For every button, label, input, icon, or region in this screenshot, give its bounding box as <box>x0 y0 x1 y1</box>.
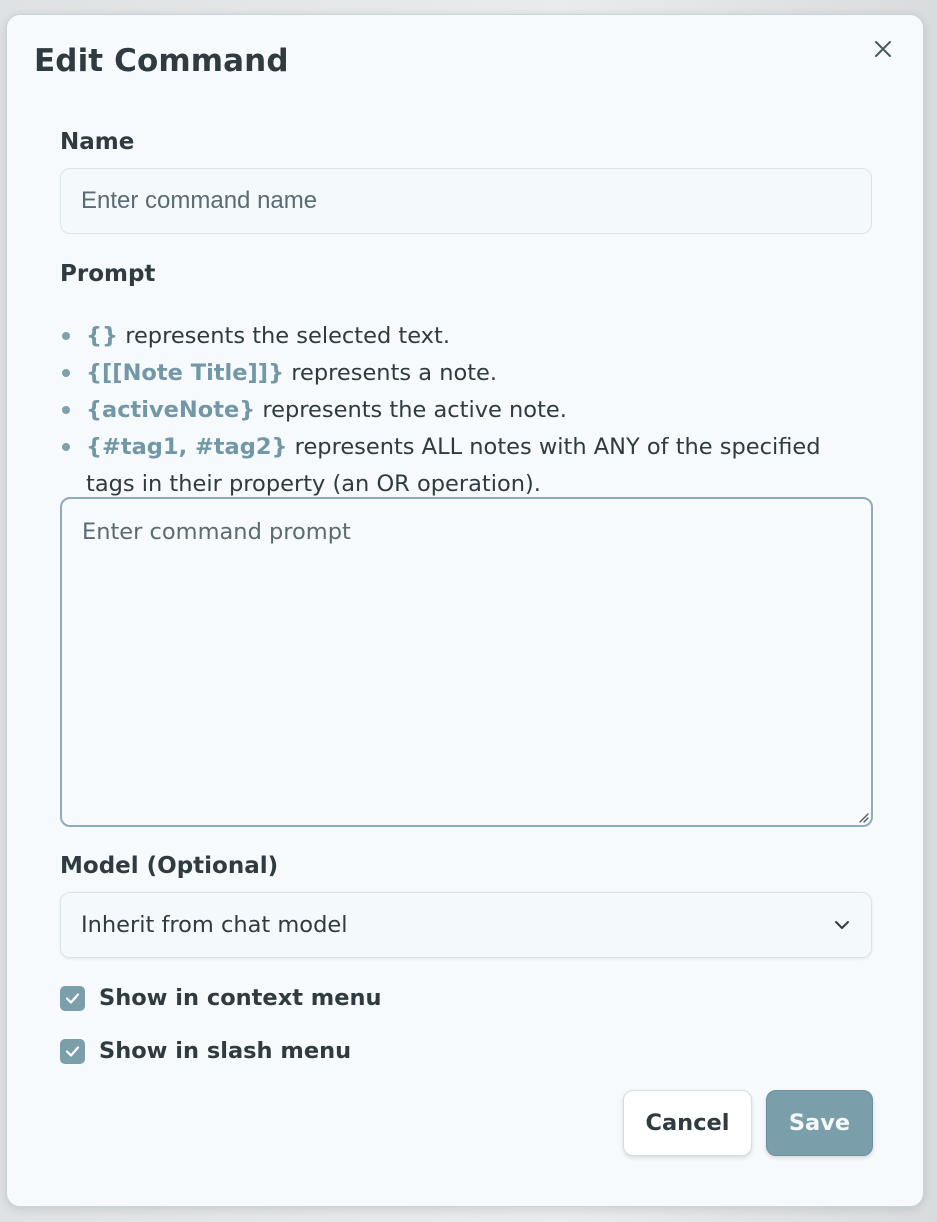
check-icon <box>65 1045 80 1057</box>
hint-code: {#tag1, #tag2} <box>86 434 288 460</box>
list-item: {#tag1, #tag2} represents ALL notes with… <box>60 429 872 503</box>
resize-handle-icon[interactable] <box>857 811 869 823</box>
cancel-button[interactable]: Cancel <box>623 1090 752 1156</box>
hint-code: {[[Note Title]]} <box>86 360 285 386</box>
save-button[interactable]: Save <box>766 1090 873 1156</box>
check-icon <box>65 992 80 1004</box>
model-label: Model (Optional) <box>60 853 279 879</box>
slash-menu-option[interactable]: Show in slash menu <box>60 1038 351 1064</box>
model-select-value: Inherit from chat model <box>81 912 348 938</box>
prompt-hints-list: {} represents the selected text. {[[Note… <box>60 318 872 503</box>
command-prompt-textarea[interactable] <box>60 497 873 827</box>
slash-menu-checkbox[interactable] <box>60 1038 85 1064</box>
list-item: {activeNote} represents the active note. <box>60 392 872 429</box>
context-menu-label: Show in context menu <box>99 985 382 1011</box>
close-icon <box>875 41 891 57</box>
close-button[interactable] <box>869 35 897 63</box>
slash-menu-label: Show in slash menu <box>99 1038 352 1064</box>
context-menu-checkbox[interactable] <box>60 985 85 1011</box>
prompt-label: Prompt <box>60 261 156 287</box>
hint-code: {activeNote} <box>86 397 256 423</box>
hint-code: {} <box>86 323 119 349</box>
chevron-down-icon <box>835 921 849 929</box>
hint-text: represents a note. <box>284 360 498 386</box>
edit-command-dialog: Edit Command Name Prompt {} represents t… <box>6 14 924 1207</box>
model-select[interactable]: Inherit from chat model <box>60 892 872 958</box>
dialog-title: Edit Command <box>34 43 289 79</box>
hint-text: represents the active note. <box>255 397 567 423</box>
name-label: Name <box>60 129 135 155</box>
command-name-input[interactable] <box>60 168 872 234</box>
list-item: {[[Note Title]]} represents a note. <box>60 355 872 392</box>
hint-text: represents the selected text. <box>118 323 450 349</box>
list-item: {} represents the selected text. <box>60 318 872 355</box>
context-menu-option[interactable]: Show in context menu <box>60 985 382 1011</box>
